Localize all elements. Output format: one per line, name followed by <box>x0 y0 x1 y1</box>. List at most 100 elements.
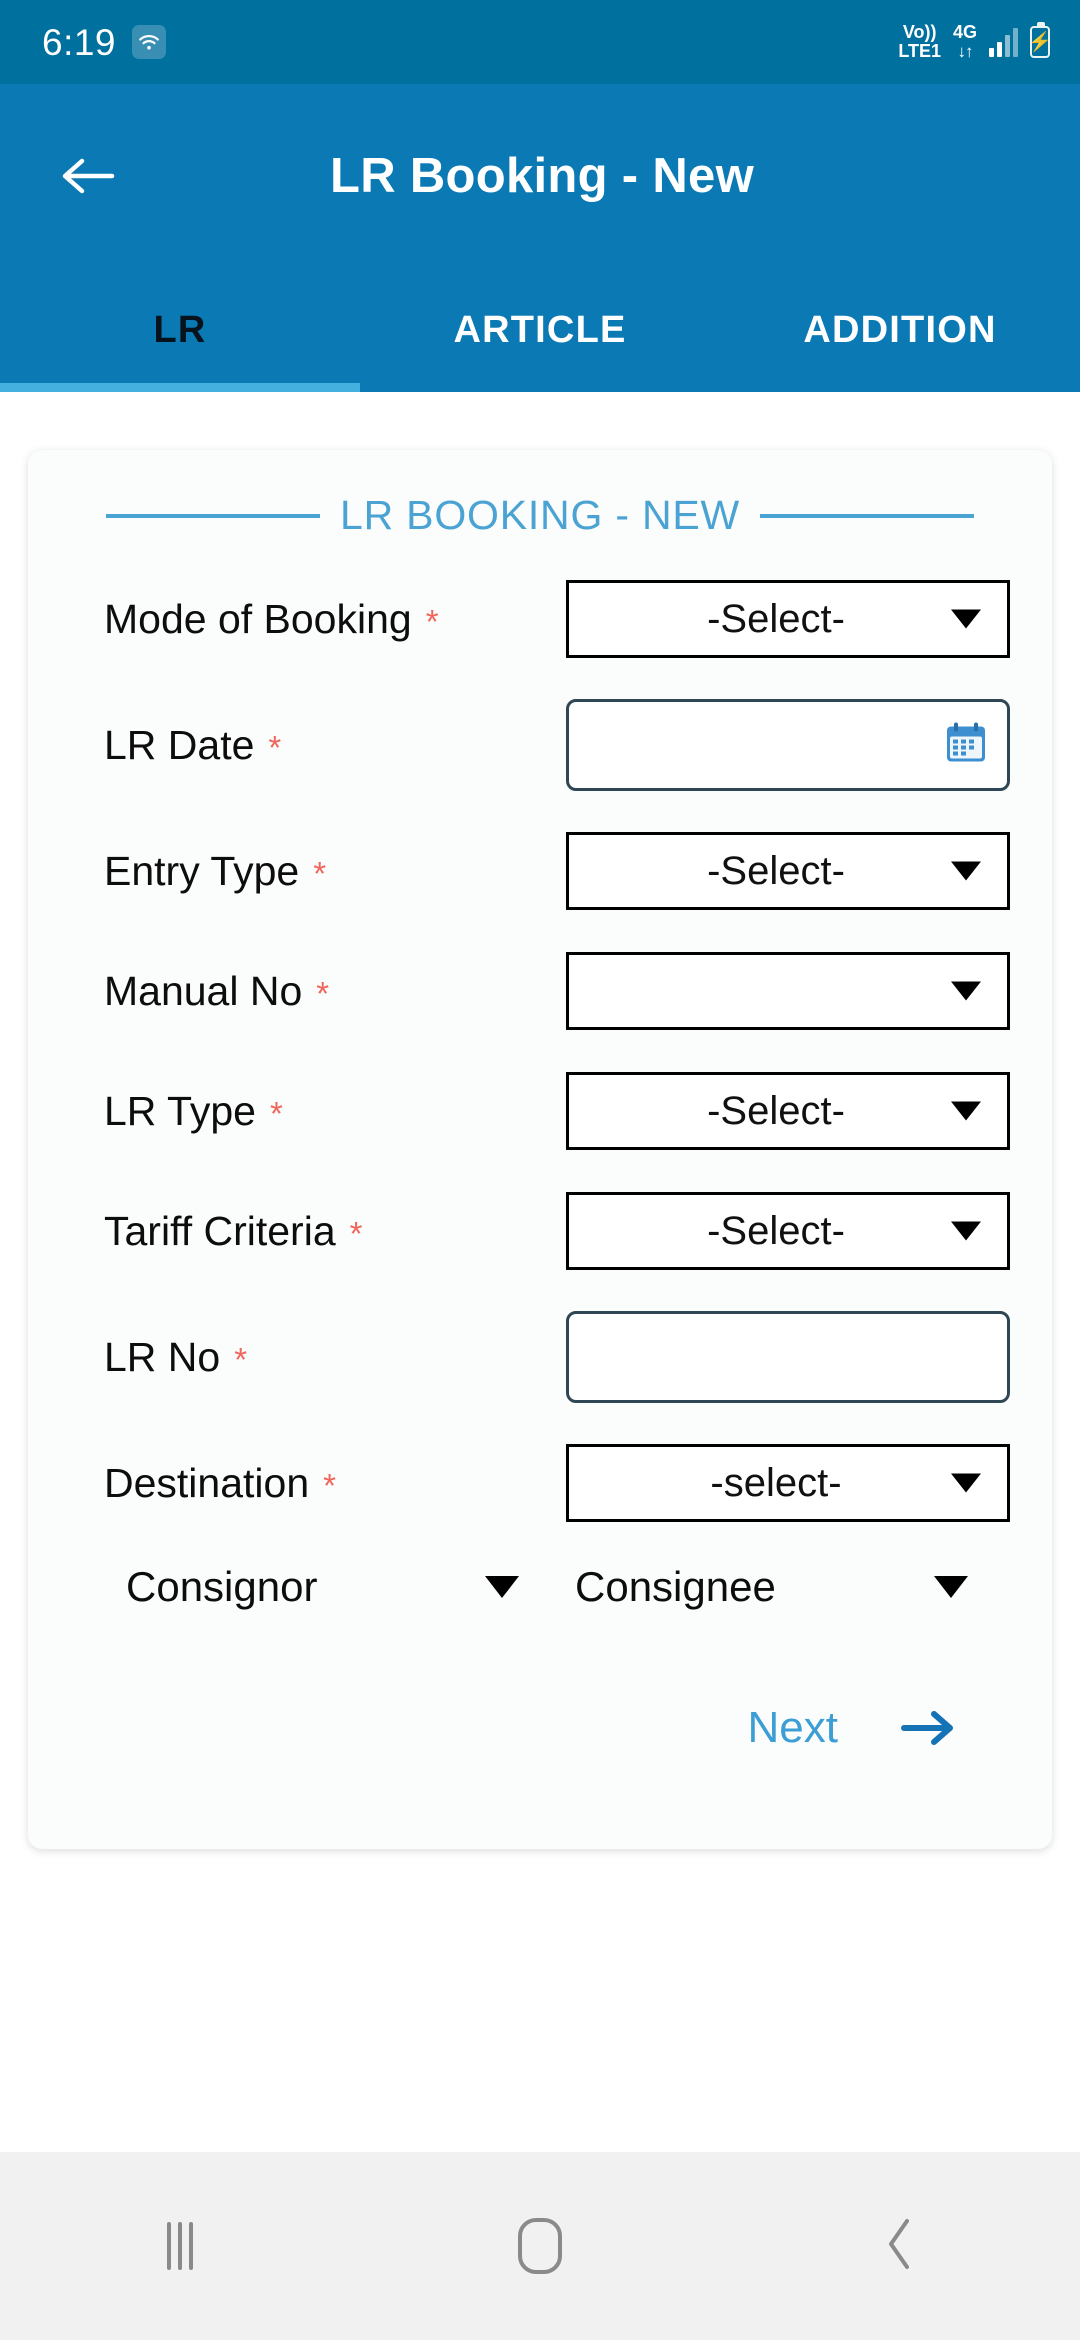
field-destination: Destination * -select- <box>56 1443 1024 1523</box>
required-asterisk: * <box>316 974 330 1012</box>
select-value: -Select- <box>707 1088 845 1133</box>
field-manual-no: Manual No * <box>56 951 1024 1031</box>
content-area: LR BOOKING - NEW Mode of Booking * -Sele… <box>0 392 1080 2152</box>
destination-select[interactable]: -select- <box>566 1444 1010 1522</box>
field-label: Tariff Criteria * <box>104 1208 566 1255</box>
tariff-criteria-select[interactable]: -Select- <box>566 1192 1010 1270</box>
field-label: LR No * <box>104 1334 566 1381</box>
volte-icon: Vo)) LTE1 <box>898 23 941 61</box>
required-asterisk: * <box>323 1466 336 1504</box>
required-asterisk: * <box>425 602 439 640</box>
back-arrow-icon[interactable] <box>52 140 124 212</box>
entry-type-select[interactable]: -Select- <box>566 832 1010 910</box>
chevron-down-icon <box>951 981 981 1001</box>
calendar-icon[interactable] <box>943 720 989 771</box>
header-rule-left <box>106 513 320 518</box>
label-text: Entry Type <box>104 847 300 894</box>
chevron-down-icon <box>951 861 981 881</box>
field-control: -Select- <box>566 832 1010 910</box>
label-text: LR Date <box>104 721 255 768</box>
chevron-down-icon <box>951 1101 981 1121</box>
signal-strength-icon <box>989 27 1018 57</box>
consignee-label: Consignee <box>575 1563 776 1610</box>
select-value: -Select- <box>707 1208 845 1253</box>
party-expanders: Consignor Consignee <box>56 1563 1024 1611</box>
field-control: -Select- <box>566 580 1010 658</box>
field-label: LR Date * <box>104 722 566 769</box>
select-value: -select- <box>710 1460 842 1505</box>
arrow-right-icon[interactable] <box>900 1708 958 1748</box>
status-time: 6:19 <box>42 21 117 63</box>
tab-bar: LR ARTICLE ADDITION <box>0 268 1080 392</box>
field-entry-type: Entry Type * -Select- <box>56 831 1024 911</box>
required-asterisk: * <box>234 1340 248 1378</box>
card-title: LR BOOKING - NEW <box>339 492 741 538</box>
status-bar-left: 6:19 <box>42 21 167 63</box>
field-lr-date: LR Date * <box>56 699 1024 791</box>
label-text: Manual No <box>104 967 303 1014</box>
required-asterisk: * <box>268 728 282 766</box>
field-label: Entry Type * <box>104 848 566 895</box>
tab-lr[interactable]: LR <box>0 268 360 392</box>
chevron-down-icon <box>485 1576 519 1598</box>
tab-article[interactable]: ARTICLE <box>360 268 720 392</box>
chevron-down-icon <box>951 1473 981 1493</box>
lr-date-input[interactable] <box>566 699 1010 791</box>
home-button[interactable] <box>360 2218 720 2274</box>
field-lr-type: LR Type * -Select- <box>56 1071 1024 1151</box>
back-button[interactable] <box>720 2216 1080 2277</box>
data-transfer-icon: ↓↑ <box>957 42 973 61</box>
lr-type-select[interactable]: -Select- <box>566 1072 1010 1150</box>
page-title: LR Booking - New <box>329 149 754 203</box>
volte-bottom-label: LTE1 <box>898 41 941 61</box>
volte-top-label: Vo)) <box>902 22 937 42</box>
field-label: Destination * <box>104 1460 566 1507</box>
field-lr-no: LR No * <box>56 1311 1024 1403</box>
field-label: LR Type * <box>104 1088 566 1135</box>
label-text: LR No <box>104 1333 221 1380</box>
lr-no-input[interactable] <box>566 1311 1010 1403</box>
app-bar: LR Booking - New LR ARTICLE ADDITION <box>0 84 1080 392</box>
status-bar: 6:19 Vo)) LTE1 4G ↓↑ ⚡ <box>0 0 1080 84</box>
field-control <box>566 952 1010 1030</box>
status-bar-right: Vo)) LTE1 4G ↓↑ ⚡ <box>898 22 1052 62</box>
chevron-down-icon <box>951 1221 981 1241</box>
consignor-label: Consignor <box>126 1563 318 1610</box>
label-text: Destination <box>104 1459 310 1506</box>
tab-addition-label: ADDITION <box>803 308 997 351</box>
card-header: LR BOOKING - NEW <box>56 492 1024 539</box>
required-asterisk: * <box>269 1094 283 1132</box>
mode-of-booking-select[interactable]: -Select- <box>566 580 1010 658</box>
network-type-icon: 4G ↓↑ <box>952 22 977 62</box>
recents-icon <box>167 2222 193 2270</box>
next-button[interactable]: Next <box>748 1703 838 1753</box>
manual-no-select[interactable] <box>566 952 1010 1030</box>
back-icon <box>882 2216 918 2277</box>
label-text: LR Type <box>104 1087 256 1134</box>
field-control: -Select- <box>566 1192 1010 1270</box>
field-label: Mode of Booking * <box>104 596 566 643</box>
consignee-expander[interactable]: Consignee <box>575 1563 1024 1611</box>
tab-addition[interactable]: ADDITION <box>720 268 1080 392</box>
network-label: 4G <box>952 22 977 42</box>
lr-booking-card: LR BOOKING - NEW Mode of Booking * -Sele… <box>28 450 1052 1849</box>
chevron-down-icon <box>934 1576 968 1598</box>
select-value: -Select- <box>707 848 845 893</box>
field-label: Manual No * <box>104 968 566 1015</box>
phone-screen: 6:19 Vo)) LTE1 4G ↓↑ ⚡ LR Booking - New … <box>0 0 1080 2340</box>
recents-button[interactable] <box>0 2222 360 2270</box>
tab-lr-label: LR <box>153 308 207 351</box>
system-navigation-bar <box>0 2152 1080 2340</box>
consignor-expander[interactable]: Consignor <box>126 1563 575 1611</box>
chevron-down-icon <box>951 609 981 629</box>
required-asterisk: * <box>349 1214 363 1252</box>
field-control: -select- <box>566 1444 1010 1522</box>
select-value: -Select- <box>707 596 845 641</box>
field-tariff-criteria: Tariff Criteria * -Select- <box>56 1191 1024 1271</box>
label-text: Tariff Criteria <box>104 1207 336 1254</box>
field-control: -Select- <box>566 1072 1010 1150</box>
app-bar-top: LR Booking - New <box>0 84 1080 268</box>
field-control <box>566 699 1010 791</box>
header-rule-right <box>760 513 974 518</box>
home-icon <box>518 2218 562 2274</box>
